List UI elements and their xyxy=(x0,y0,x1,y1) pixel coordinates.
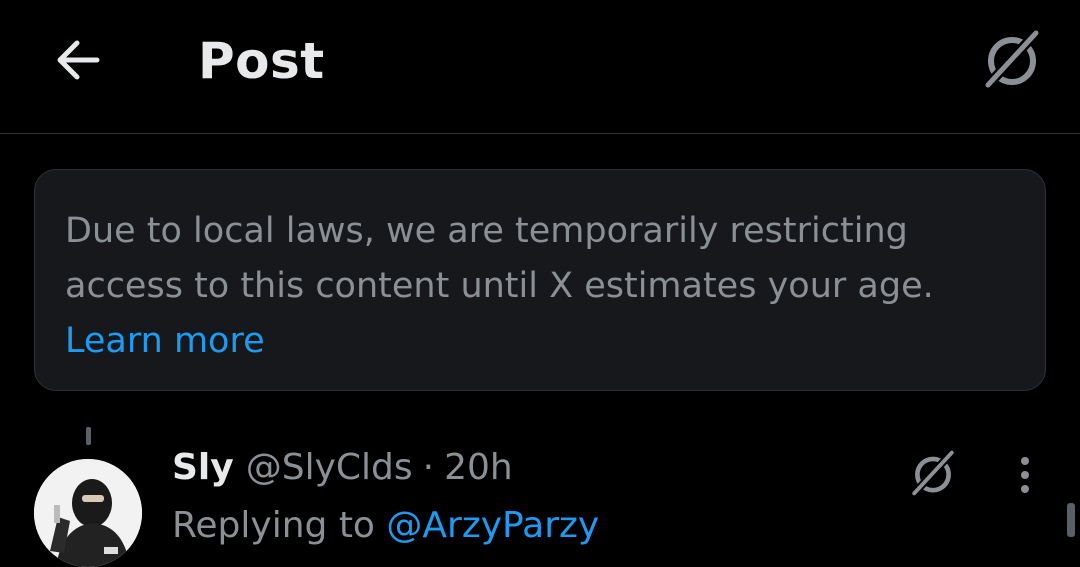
arrow-left-icon xyxy=(57,40,100,80)
page-title: Post xyxy=(198,32,325,90)
post-grok-button[interactable] xyxy=(906,446,960,500)
replying-to-handle-link[interactable]: @ArzyParzy xyxy=(386,505,599,546)
back-button[interactable] xyxy=(44,30,110,90)
scrollbar-thumb[interactable] xyxy=(1067,503,1075,537)
grok-icon xyxy=(910,448,956,498)
author-handle[interactable]: @SlyClds xyxy=(246,447,413,488)
grok-button[interactable] xyxy=(976,26,1048,92)
thread-connector-line xyxy=(86,427,91,445)
avatar[interactable] xyxy=(34,459,142,567)
age-restriction-notice: Due to local laws, we are temporarily re… xyxy=(34,169,1046,391)
author-name[interactable]: Sly xyxy=(172,447,234,488)
post-header: Sly @SlyClds · 20h xyxy=(172,447,513,501)
replying-to-line: Replying to @ArzyParzy xyxy=(172,505,599,546)
replying-to-prefix: Replying to xyxy=(172,505,375,546)
top-app-bar: Post xyxy=(0,0,1080,134)
avatar-image xyxy=(34,459,142,567)
notice-message: Due to local laws, we are temporarily re… xyxy=(65,211,934,306)
separator-dot: · xyxy=(422,447,435,488)
post-timestamp[interactable]: 20h xyxy=(444,447,513,488)
learn-more-link[interactable]: Learn more xyxy=(65,314,265,369)
more-options-button[interactable] xyxy=(1006,452,1044,498)
more-vertical-icon xyxy=(1021,457,1029,493)
grok-icon xyxy=(983,28,1041,90)
